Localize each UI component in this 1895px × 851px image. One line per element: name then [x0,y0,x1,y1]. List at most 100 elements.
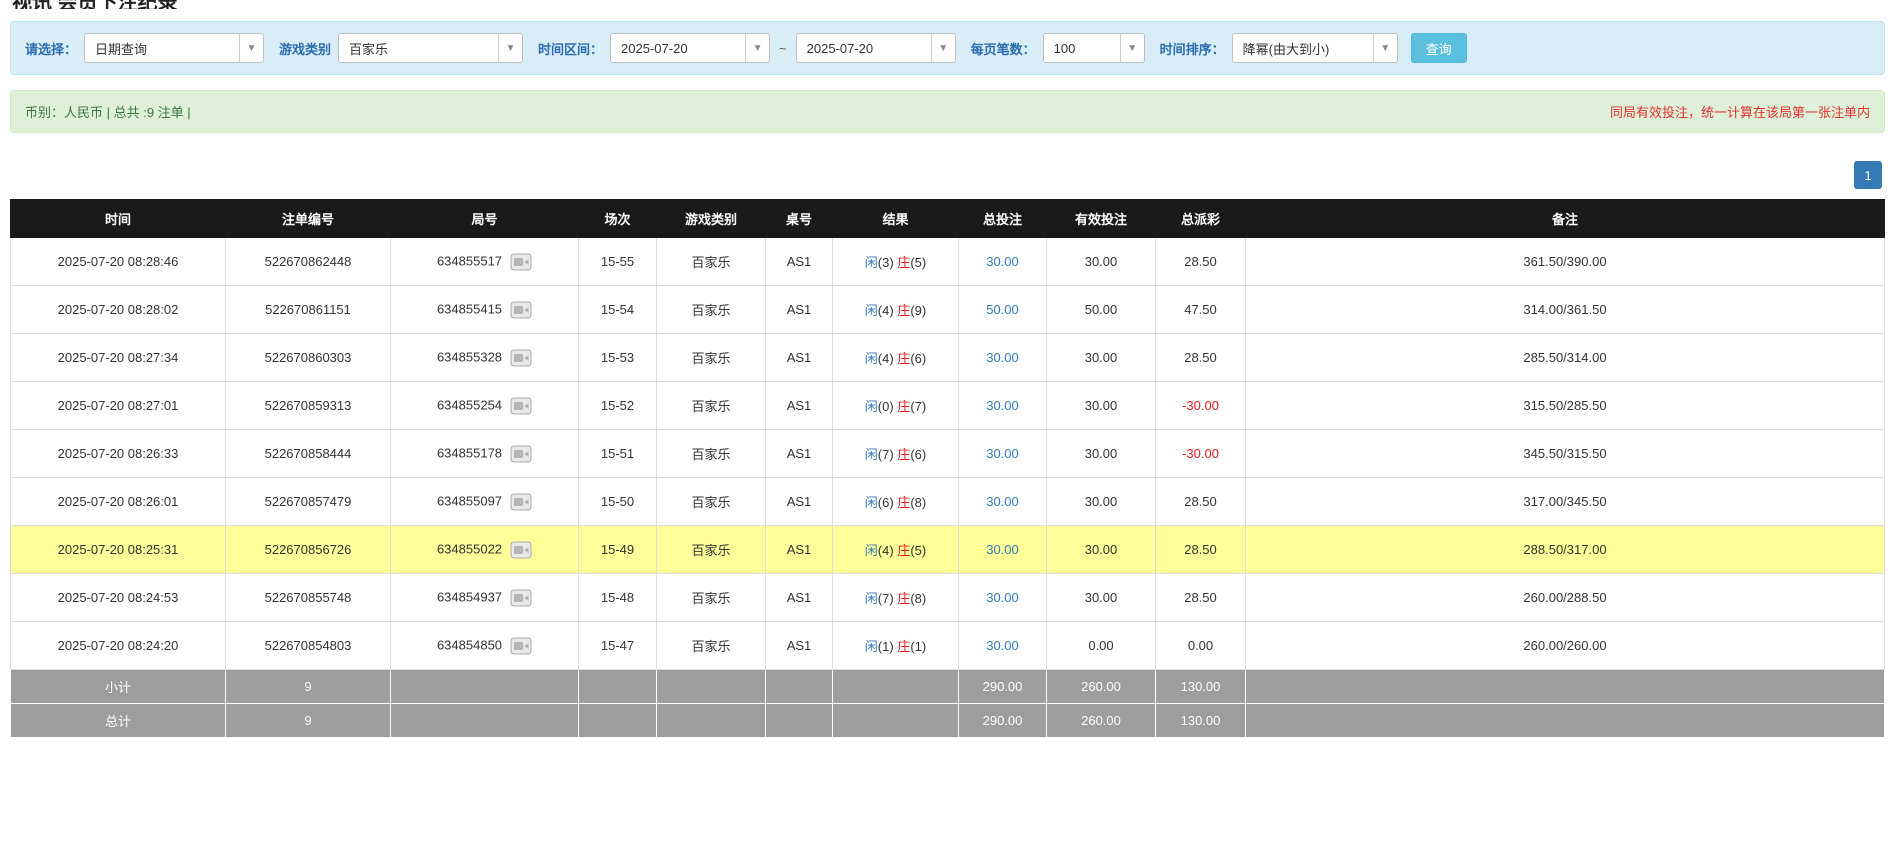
footer-cell-8: 290.00 [959,670,1047,704]
date-from-select[interactable]: 2025-07-20 ▼ [610,33,770,63]
total-bet-link[interactable]: 30.00 [986,638,1019,653]
page-button-1[interactable]: 1 [1854,161,1882,189]
video-replay-icon[interactable] [510,493,532,511]
footer-cell-3 [391,670,579,704]
cell-payout: 28.50 [1156,478,1246,526]
result-player-label: 闲 [865,543,878,558]
result-player-points: (0) [878,399,894,414]
search-button[interactable]: 查询 [1411,33,1467,63]
cell-time: 2025-07-20 08:26:33 [11,430,226,478]
footer-cell-11 [1246,704,1885,738]
total-bet-link[interactable]: 30.00 [986,398,1019,413]
table-row: 2025-07-20 08:28:46522670862448634855517… [11,238,1885,286]
cell-session: 15-54 [579,286,657,334]
cell-round-id: 634855022 [391,526,579,574]
video-replay-icon[interactable] [510,349,532,367]
footer-cell-7 [833,670,959,704]
pagination: 1 [10,161,1882,189]
result-banker-points: (9) [910,303,926,318]
total-bet-link[interactable]: 30.00 [986,350,1019,365]
round-id-text: 634855022 [437,541,502,556]
column-header-6: 桌号 [766,200,833,238]
cell-table-no: AS1 [766,622,833,670]
video-replay-icon[interactable] [510,397,532,415]
video-replay-icon[interactable] [510,445,532,463]
page-size-select[interactable]: 100 ▼ [1043,33,1145,63]
cell-note: 288.50/317.00 [1246,526,1885,574]
query-type-select[interactable]: 日期查询 ▼ [84,33,264,63]
date-from-value: 2025-07-20 [611,41,745,56]
round-id-text: 634855328 [437,349,502,364]
cell-session: 15-51 [579,430,657,478]
column-header-1: 时间 [11,200,226,238]
column-header-8: 总投注 [959,200,1047,238]
round-id-text: 634855178 [437,445,502,460]
cell-session: 15-53 [579,334,657,382]
footer-cell-1: 小计 [11,670,226,704]
cell-total-bet: 50.00 [959,286,1047,334]
cell-valid-bet: 0.00 [1047,622,1156,670]
total-bet-link[interactable]: 30.00 [986,254,1019,269]
cell-payout: 28.50 [1156,238,1246,286]
chevron-down-icon: ▼ [1120,34,1144,62]
cell-time: 2025-07-20 08:27:34 [11,334,226,382]
total-bet-link[interactable]: 30.00 [986,542,1019,557]
cell-session: 15-52 [579,382,657,430]
result-player-points: (4) [878,303,894,318]
cell-time: 2025-07-20 08:28:46 [11,238,226,286]
cell-valid-bet: 30.00 [1047,382,1156,430]
cell-valid-bet: 30.00 [1047,526,1156,574]
cell-payout: -30.00 [1156,430,1246,478]
footer-cell-10: 130.00 [1156,670,1246,704]
cell-session: 15-49 [579,526,657,574]
result-player-points: (7) [878,447,894,462]
round-id-text: 634854937 [437,589,502,604]
video-replay-icon[interactable] [510,637,532,655]
cell-note: 314.00/361.50 [1246,286,1885,334]
cell-time: 2025-07-20 08:24:20 [11,622,226,670]
round-id-text: 634855097 [437,493,502,508]
result-player-label: 闲 [865,399,878,414]
cell-payout: 0.00 [1156,622,1246,670]
cell-total-bet: 30.00 [959,382,1047,430]
result-player-label: 闲 [865,303,878,318]
footer-cell-11 [1246,670,1885,704]
round-id-text: 634855517 [437,253,502,268]
result-banker-label: 庄 [897,303,910,318]
cell-bet-id: 522670860303 [226,334,391,382]
cell-time: 2025-07-20 08:27:01 [11,382,226,430]
cell-game-type: 百家乐 [657,334,766,382]
footer-cell-4 [579,704,657,738]
game-type-select[interactable]: 百家乐 ▼ [338,33,523,63]
date-to-select[interactable]: 2025-07-20 ▼ [796,33,956,63]
cell-time: 2025-07-20 08:25:31 [11,526,226,574]
video-replay-icon[interactable] [510,541,532,559]
cell-result: 闲(0) 庄(7) [833,382,959,430]
cell-session: 15-47 [579,622,657,670]
column-header-10: 总派彩 [1156,200,1246,238]
column-header-7: 结果 [833,200,959,238]
result-banker-points: (6) [910,351,926,366]
cell-table-no: AS1 [766,286,833,334]
cell-total-bet: 30.00 [959,478,1047,526]
cell-result: 闲(4) 庄(5) [833,526,959,574]
result-banker-points: (1) [910,639,926,654]
page-size-label: 每页笔数： [971,39,1036,58]
chevron-down-icon: ▼ [1373,34,1397,62]
cell-table-no: AS1 [766,430,833,478]
video-replay-icon[interactable] [510,301,532,319]
cell-valid-bet: 30.00 [1047,478,1156,526]
total-bet-link[interactable]: 30.00 [986,590,1019,605]
footer-cell-4 [579,670,657,704]
total-bet-link[interactable]: 30.00 [986,446,1019,461]
video-replay-icon[interactable] [510,253,532,271]
total-bet-link[interactable]: 30.00 [986,494,1019,509]
cell-round-id: 634855254 [391,382,579,430]
sort-order-select[interactable]: 降幂(由大到小) ▼ [1232,33,1398,63]
total-bet-link[interactable]: 50.00 [986,302,1019,317]
video-replay-icon[interactable] [510,589,532,607]
chevron-down-icon: ▼ [239,34,263,62]
cell-round-id: 634855328 [391,334,579,382]
cell-total-bet: 30.00 [959,430,1047,478]
column-header-2: 注单编号 [226,200,391,238]
